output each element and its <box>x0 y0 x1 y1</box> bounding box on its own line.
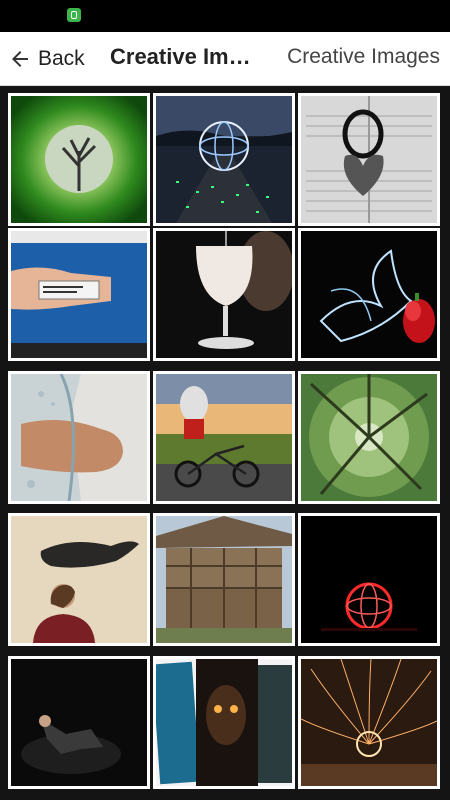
notification-icon <box>67 8 81 22</box>
forest-fisheye-image <box>301 374 437 501</box>
image-tile-flying-cat[interactable] <box>8 513 150 646</box>
ring-heart-image <box>301 96 437 223</box>
fist-splash-image <box>11 374 147 501</box>
app-toolbar: Back Creative Ima… Creative Images <box>0 32 450 86</box>
pepper-splash-image <box>301 231 437 358</box>
back-label: Back <box>38 47 85 70</box>
image-tile-wine-glass[interactable] <box>153 228 295 361</box>
flying-cat-image <box>11 516 147 643</box>
image-tile-pepper-splash[interactable] <box>298 228 440 361</box>
back-arrow-icon <box>12 51 28 67</box>
image-tile-forest-fisheye[interactable] <box>298 371 440 504</box>
image-tile-steel-wool[interactable] <box>298 656 440 789</box>
dancer-image <box>11 659 147 786</box>
steel-wool-image <box>301 659 437 786</box>
status-bar <box>0 0 450 32</box>
image-grid <box>0 87 450 800</box>
image-tile-tree-tunnel[interactable] <box>8 93 150 226</box>
image-tile-fist-splash[interactable] <box>8 371 150 504</box>
image-tile-hand-monitor[interactable] <box>8 228 150 361</box>
treehouse-image <box>156 516 292 643</box>
image-tile-bike-rider[interactable] <box>153 371 295 504</box>
page-title: Creative Ima… <box>110 44 262 69</box>
tree-tunnel-image <box>11 96 147 223</box>
image-tile-dancer[interactable] <box>8 656 150 789</box>
image-tile-ring-heart[interactable] <box>298 93 440 226</box>
back-button[interactable]: Back <box>8 40 90 78</box>
bike-rider-image <box>156 374 292 501</box>
image-tile-treehouse[interactable] <box>153 513 295 646</box>
image-tile-red-light-sphere[interactable] <box>298 513 440 646</box>
image-tile-face-art[interactable] <box>153 656 295 789</box>
page-subtitle: Creative Images <box>287 45 440 68</box>
light-orb-image <box>156 96 292 223</box>
face-art-image <box>156 659 292 786</box>
hand-monitor-image <box>11 231 147 358</box>
red-light-sphere-image <box>301 516 437 643</box>
wine-glass-image <box>156 231 292 358</box>
image-tile-light-orb[interactable] <box>153 93 295 226</box>
